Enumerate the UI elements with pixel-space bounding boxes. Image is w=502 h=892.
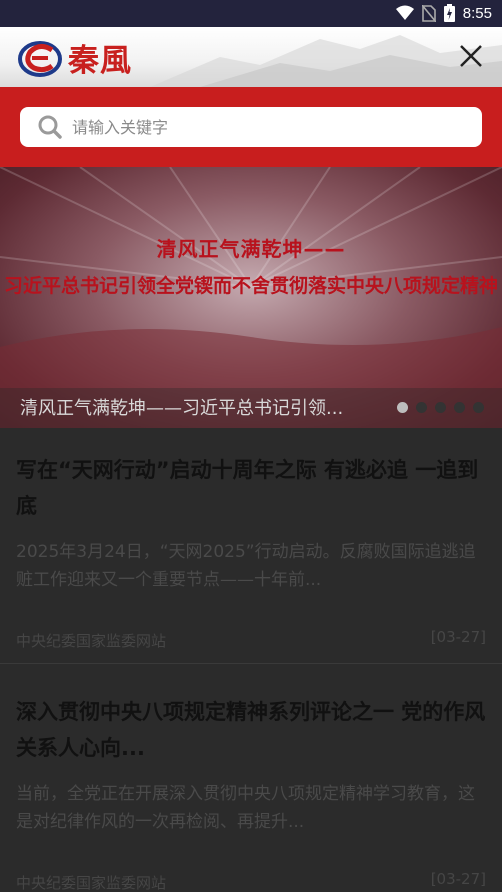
- app-logo: 秦風: [18, 35, 132, 80]
- article-source: 中央纪委国家监委网站: [16, 874, 167, 892]
- carousel-dot[interactable]: [435, 402, 446, 413]
- carousel-indicators: [397, 402, 484, 413]
- qinfeng-emblem-icon: [18, 40, 62, 77]
- article-title: 写在“天网行动”启动十周年之际 有逃必追 一追到底: [16, 458, 479, 518]
- status-bar: 8:55: [0, 0, 502, 27]
- close-icon[interactable]: [456, 41, 486, 71]
- banner-carousel[interactable]: 清风正气满乾坤—— 习近平总书记引领全党锲而不舍贯彻落实中央八项规定精神 清风正…: [0, 167, 502, 428]
- article-list: 写在“天网行动”启动十周年之际 有逃必追 一追到底 2025年3月24日，“天网…: [0, 428, 502, 892]
- search-band: [0, 87, 502, 167]
- wifi-icon: [395, 5, 414, 20]
- article-source: 中央纪委国家监委网站: [16, 632, 167, 650]
- search-box[interactable]: [20, 107, 482, 147]
- search-icon: [38, 115, 62, 139]
- battery-charging-icon: [443, 4, 455, 22]
- carousel-dot[interactable]: [397, 402, 408, 413]
- carousel-dot[interactable]: [416, 402, 427, 413]
- banner-title-line1: 清风正气满乾坤——: [156, 237, 346, 261]
- carousel-dot[interactable]: [454, 402, 465, 413]
- banner-caption-bar: 清风正气满乾坤——习近平总书记引领...: [0, 388, 502, 428]
- status-time: 8:55: [462, 4, 492, 22]
- search-input[interactable]: [72, 117, 452, 137]
- no-sim-icon: [421, 4, 436, 22]
- article-title: 深入贯彻中央八项规定精神系列评论之一 党的作风关系人心向...: [16, 700, 486, 760]
- banner-title-line2: 习近平总书记引领全党锲而不舍贯彻落实中央八项规定精神: [3, 275, 498, 297]
- article-item[interactable]: 写在“天网行动”启动十周年之际 有逃必追 一追到底 2025年3月24日，“天网…: [0, 428, 502, 664]
- app-header: 秦風: [0, 27, 502, 87]
- article-item[interactable]: 深入贯彻中央八项规定精神系列评论之一 党的作风关系人心向... 当前，全党正在开…: [0, 664, 502, 892]
- carousel-dot[interactable]: [473, 402, 484, 413]
- article-summary: 2025年3月24日，“天网2025”行动启动。反腐败国际追逃追赃工作迎来又一个…: [16, 542, 476, 590]
- banner-caption: 清风正气满乾坤——习近平总书记引领...: [20, 398, 344, 419]
- logo-text: 秦風: [68, 43, 132, 79]
- article-date: [03-27]: [430, 628, 486, 646]
- article-date: [03-27]: [430, 870, 486, 888]
- article-summary: 当前，全党正在开展深入贯彻中央八项规定精神学习教育，这是对纪律作风的一次再检阅、…: [16, 784, 475, 832]
